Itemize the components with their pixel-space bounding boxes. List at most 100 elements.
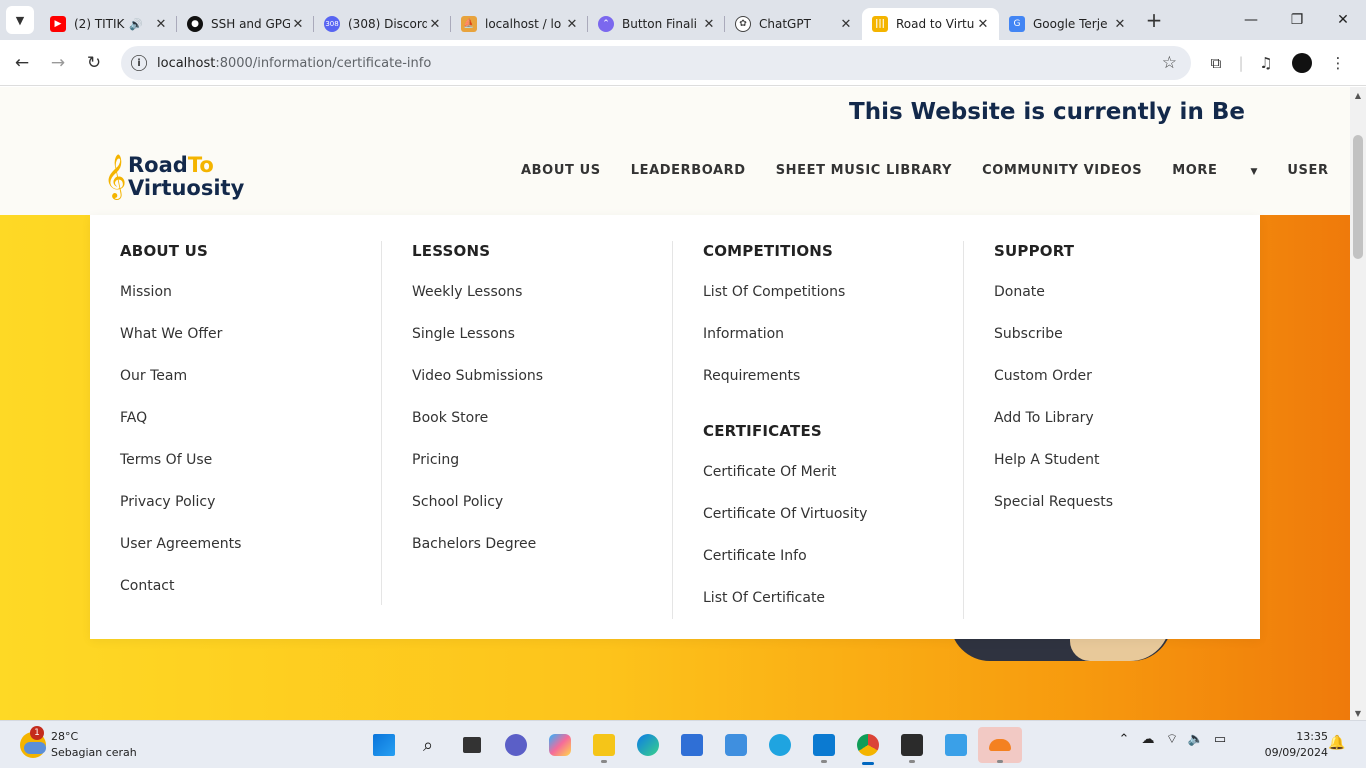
chevron-up-icon[interactable]: ⌃ xyxy=(1112,732,1136,747)
start-menu-icon[interactable] xyxy=(362,727,406,763)
vscode-icon[interactable] xyxy=(802,727,846,763)
close-tab-icon[interactable]: ✕ xyxy=(1112,17,1128,32)
notepad-icon[interactable] xyxy=(934,727,978,763)
tab-github[interactable]: ● SSH and GPG ✕ xyxy=(177,8,314,40)
menu-item-add-to-library[interactable]: Add To Library xyxy=(994,408,1113,450)
logo-virtuosity: Virtuosity xyxy=(128,176,245,200)
extensions-icon[interactable]: ⧉ xyxy=(1198,45,1234,81)
tab-phpmyadmin[interactable]: ⛵ localhost / lo ✕ xyxy=(451,8,588,40)
speaker-icon[interactable]: 🔊 xyxy=(129,18,143,31)
close-tab-icon[interactable]: ✕ xyxy=(153,17,169,32)
battery-icon[interactable]: ▭ xyxy=(1208,732,1232,747)
app-icon[interactable] xyxy=(758,727,802,763)
volume-icon[interactable]: 🔈 xyxy=(1184,732,1208,747)
tab-google-translate[interactable]: G Google Terje ✕ xyxy=(999,8,1136,40)
file-explorer-icon[interactable] xyxy=(582,727,626,763)
menu-item-donate[interactable]: Donate xyxy=(994,282,1113,324)
clock[interactable]: 13:35 09/09/2024 xyxy=(1258,729,1328,761)
scroll-down-arrow-icon[interactable]: ▼ xyxy=(1350,709,1366,718)
menu-item-certificate-info[interactable]: Certificate Info xyxy=(703,546,867,588)
close-tab-icon[interactable]: ✕ xyxy=(427,17,443,32)
menu-item-what-we-offer[interactable]: What We Offer xyxy=(120,324,241,366)
menu-item-list-of-competitions[interactable]: List Of Competitions xyxy=(703,282,867,324)
tab-youtube[interactable]: ▶ (2) TITIK 🔊 ✕ xyxy=(40,8,177,40)
menu-item-user-agreements[interactable]: User Agreements xyxy=(120,534,241,576)
media-control-icon[interactable]: ♫ xyxy=(1248,45,1284,81)
reload-icon[interactable]: ↻ xyxy=(76,45,112,81)
close-tab-icon[interactable]: ✕ xyxy=(838,17,854,32)
nav-more[interactable]: MORE ▼ xyxy=(1172,163,1257,178)
menu-item-help-a-student[interactable]: Help A Student xyxy=(994,450,1113,492)
menu-item-information[interactable]: Information xyxy=(703,324,867,366)
menu-item-single-lessons[interactable]: Single Lessons xyxy=(412,324,543,366)
menu-item-custom-order[interactable]: Custom Order xyxy=(994,366,1113,408)
nav-community-videos[interactable]: COMMUNITY VIDEOS xyxy=(982,163,1142,178)
menu-item-subscribe[interactable]: Subscribe xyxy=(994,324,1113,366)
cloudflare-icon[interactable] xyxy=(978,727,1022,763)
menu-item-requirements[interactable]: Requirements xyxy=(703,366,867,408)
menu-item-bachelors-degree[interactable]: Bachelors Degree xyxy=(412,534,543,576)
close-tab-icon[interactable]: ✕ xyxy=(564,17,580,32)
microsoft-store-icon[interactable] xyxy=(670,727,714,763)
tab-road-to-virtuosity[interactable]: ||| Road to Virtu ✕ xyxy=(862,8,999,40)
page-viewport: This Website is currently in Beta T 𝄞 Ro… xyxy=(0,87,1350,720)
nav-leaderboard[interactable]: LEADERBOARD xyxy=(631,163,746,178)
close-tab-icon[interactable]: ✕ xyxy=(975,17,991,32)
task-view-icon[interactable] xyxy=(450,727,494,763)
menu-item-our-team[interactable]: Our Team xyxy=(120,366,241,408)
chrome-icon[interactable] xyxy=(846,727,890,765)
close-window-icon[interactable]: ✕ xyxy=(1320,0,1366,40)
menu-item-pricing[interactable]: Pricing xyxy=(412,450,543,492)
notification-bell-icon[interactable]: 🔔 xyxy=(1328,735,1345,751)
column-divider xyxy=(672,241,673,619)
menu-item-weekly-lessons[interactable]: Weekly Lessons xyxy=(412,282,543,324)
teams-chat-icon[interactable] xyxy=(494,727,538,763)
profile-avatar[interactable] xyxy=(1292,53,1312,73)
menu-item-certificate-of-virtuosity[interactable]: Certificate Of Virtuosity xyxy=(703,504,867,546)
more-menu-icon[interactable]: ⋮ xyxy=(1320,45,1356,81)
site-info-icon[interactable]: i xyxy=(131,55,147,71)
tab-chatgpt[interactable]: ✿ ChatGPT ✕ xyxy=(725,8,862,40)
restore-icon[interactable]: ❐ xyxy=(1274,0,1320,40)
menu-item-list-of-certificate[interactable]: List Of Certificate xyxy=(703,588,867,630)
scroll-up-arrow-icon[interactable]: ▲ xyxy=(1350,91,1366,100)
close-tab-icon[interactable]: ✕ xyxy=(290,17,306,32)
menu-item-special-requests[interactable]: Special Requests xyxy=(994,492,1113,534)
menu-item-contact[interactable]: Contact xyxy=(120,576,241,618)
page-scrollbar[interactable]: ▲ ▼ xyxy=(1350,87,1366,720)
terminal-icon[interactable] xyxy=(890,727,934,763)
copilot-icon[interactable] xyxy=(538,727,582,763)
minimize-icon[interactable]: — xyxy=(1228,0,1274,40)
back-arrow-icon[interactable]: ← xyxy=(4,45,40,81)
tab-search-button[interactable]: ▼ xyxy=(6,6,34,34)
google-translate-icon: G xyxy=(1009,16,1025,32)
new-tab-button[interactable]: + xyxy=(1140,8,1168,32)
nav-user[interactable]: USER▼ xyxy=(1287,163,1350,178)
close-tab-icon[interactable]: ✕ xyxy=(701,17,717,32)
xampp-icon[interactable] xyxy=(714,727,758,763)
menu-item-certificate-of-merit[interactable]: Certificate Of Merit xyxy=(703,462,867,504)
menu-item-faq[interactable]: FAQ xyxy=(120,408,241,450)
menu-item-video-submissions[interactable]: Video Submissions xyxy=(412,366,543,408)
menu-item-terms-of-use[interactable]: Terms Of Use xyxy=(120,450,241,492)
nav-sheet-music-library[interactable]: SHEET MUSIC LIBRARY xyxy=(776,163,952,178)
nav-about-us[interactable]: ABOUT US xyxy=(521,163,601,178)
tab-discord[interactable]: 308 (308) Discord ✕ xyxy=(314,8,451,40)
weather-widget[interactable]: 1 28°C Sebagian cerah xyxy=(18,726,168,764)
menu-item-school-policy[interactable]: School Policy xyxy=(412,492,543,534)
site-logo[interactable]: 𝄞 RoadTo Virtuosity xyxy=(104,153,254,203)
wifi-icon[interactable]: ⌔ xyxy=(1160,731,1184,747)
menu-item-mission[interactable]: Mission xyxy=(120,282,241,324)
treble-clef-icon: 𝄞 xyxy=(104,154,127,198)
menu-item-privacy-policy[interactable]: Privacy Policy xyxy=(120,492,241,534)
address-bar[interactable]: i localhost:8000/information/certificate… xyxy=(121,46,1191,80)
bookmark-star-icon[interactable]: ☆ xyxy=(1162,53,1177,73)
tab-clickup[interactable]: ⌃ Button Finali ✕ xyxy=(588,8,725,40)
url-text[interactable]: localhost:8000/information/certificate-i… xyxy=(157,56,431,71)
search-icon[interactable]: ⌕ xyxy=(406,727,450,763)
scrollbar-thumb[interactable] xyxy=(1353,135,1363,259)
edge-icon[interactable] xyxy=(626,727,670,763)
forward-arrow-icon[interactable]: → xyxy=(40,45,76,81)
menu-item-book-store[interactable]: Book Store xyxy=(412,408,543,450)
onedrive-cloud-icon[interactable]: ☁ xyxy=(1136,732,1160,747)
